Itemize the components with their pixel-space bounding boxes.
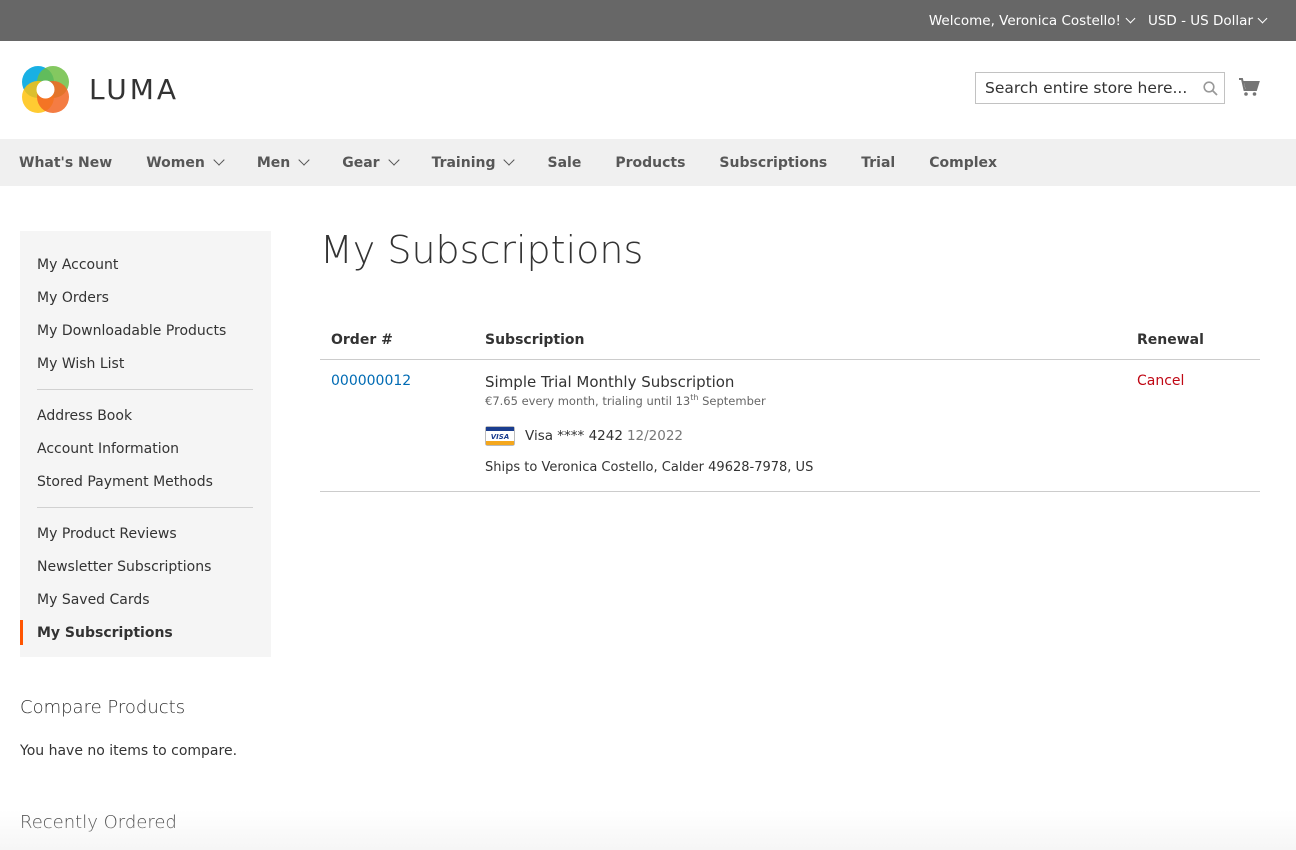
- sidebar-item-my-product-reviews[interactable]: My Product Reviews: [20, 517, 271, 550]
- visa-card-icon: VISA: [485, 425, 515, 446]
- card-expiry: 12/2022: [626, 427, 684, 444]
- page-title: My Subscriptions: [320, 228, 644, 272]
- subscription-terms: €7.65 every month, trialing until 13th S…: [485, 393, 766, 408]
- order-number-link[interactable]: 000000012: [331, 373, 411, 389]
- svg-text:VISA: VISA: [491, 433, 509, 441]
- nav-item-label: Trial: [861, 154, 896, 171]
- card-number: Visa **** 4242: [525, 427, 623, 444]
- nav-item-label: What's New: [19, 154, 113, 171]
- compare-empty-message: You have no items to compare.: [20, 743, 238, 759]
- nav-item-label: Complex: [929, 154, 998, 171]
- currency-text: USD - US Dollar: [1147, 12, 1253, 29]
- top-bar: Welcome, Veronica Costello! USD - US Dol…: [0, 0, 1296, 41]
- table-row: 000000012 Simple Trial Monthly Subscript…: [320, 359, 1260, 492]
- recently-ordered-title: Recently Ordered: [20, 812, 177, 833]
- logo-text: LUMA: [89, 73, 180, 106]
- account-sidebar: My Account My Orders My Downloadable Produ…: [20, 231, 271, 657]
- sidebar-item-my-saved-cards[interactable]: My Saved Cards: [20, 583, 271, 616]
- nav-item-label: Training: [431, 154, 496, 171]
- nav-item-sale[interactable]: Sale: [547, 155, 581, 171]
- nav-item-trial[interactable]: Trial: [861, 155, 895, 171]
- nav-item-label: Products: [615, 154, 686, 171]
- nav-item-subscriptions[interactable]: Subscriptions: [719, 155, 827, 171]
- bottom-fade: [0, 810, 1296, 850]
- nav-item-label: Gear: [342, 154, 380, 171]
- sidebar-item-my-subscriptions[interactable]: My Subscriptions: [20, 616, 271, 649]
- welcome-menu[interactable]: Welcome, Veronica Costello!: [928, 12, 1136, 29]
- search-input[interactable]: [985, 79, 1196, 97]
- nav-item-label: Men: [256, 154, 291, 171]
- search-box: [975, 72, 1225, 104]
- sidebar-item-my-wish-list[interactable]: My Wish List: [20, 347, 271, 380]
- sidebar-divider: [37, 389, 253, 390]
- luma-logo-icon: [22, 66, 69, 113]
- currency-switcher[interactable]: USD - US Dollar: [1147, 12, 1268, 29]
- nav-item-complex[interactable]: Complex: [929, 155, 997, 171]
- sidebar-item-address-book[interactable]: Address Book: [20, 399, 271, 432]
- nav-item-label: Sale: [547, 154, 582, 171]
- chevron-down-icon: [387, 154, 400, 166]
- nav-item-gear[interactable]: Gear: [342, 154, 400, 171]
- sidebar-divider: [37, 507, 253, 508]
- sidebar-item-stored-payment-methods[interactable]: Stored Payment Methods: [20, 465, 271, 498]
- search-icon[interactable]: [1196, 80, 1224, 96]
- cancel-subscription-link[interactable]: Cancel: [1137, 373, 1184, 389]
- sidebar-item-my-orders[interactable]: My Orders: [20, 281, 271, 314]
- chevron-down-icon: [1257, 13, 1268, 24]
- nav-item-men[interactable]: Men: [256, 154, 310, 171]
- chevron-down-icon: [1125, 13, 1136, 24]
- header: LUMA: [0, 41, 1296, 139]
- col-subscription: Subscription: [474, 325, 1126, 360]
- table-header-row: Order # Subscription Renewal: [320, 325, 1260, 360]
- payment-card: VISA Visa **** 4242 12/2022: [485, 425, 1116, 446]
- nav-item-label: Women: [146, 154, 205, 171]
- nav-item-what-s-new[interactable]: What's New: [19, 155, 112, 171]
- chevron-down-icon: [213, 154, 225, 166]
- chevron-down-icon: [503, 154, 516, 166]
- nav-item-training[interactable]: Training: [431, 154, 516, 171]
- sidebar-item-account-information[interactable]: Account Information: [20, 432, 271, 465]
- subscriptions-table: Order # Subscription Renewal 000000012 S…: [320, 325, 1260, 492]
- col-renewal: Renewal: [1126, 325, 1260, 360]
- nav-item-label: Subscriptions: [719, 154, 828, 171]
- shipping-info: Ships to Veronica Costello, Calder 49628…: [485, 459, 814, 475]
- col-order: Order #: [320, 325, 474, 360]
- sidebar-item-newsletter-subscriptions[interactable]: Newsletter Subscriptions: [20, 550, 271, 583]
- main-content: My Subscriptions Order # Subscription Re…: [320, 228, 1260, 492]
- sidebar-item-my-account[interactable]: My Account: [20, 248, 271, 281]
- nav-item-women[interactable]: Women: [146, 154, 225, 171]
- chevron-down-icon: [298, 154, 310, 166]
- welcome-text: Welcome, Veronica Costello!: [928, 12, 1121, 29]
- logo-link[interactable]: LUMA: [20, 64, 179, 115]
- cart-icon[interactable]: [1238, 76, 1260, 102]
- product-name: Simple Trial Monthly Subscription: [485, 373, 735, 391]
- sidebar-item-my-downloadable-products[interactable]: My Downloadable Products: [20, 314, 271, 347]
- nav-item-products[interactable]: Products: [615, 155, 685, 171]
- main-navigation: What's New Women Men Gear Training Sale Produc…: [0, 139, 1296, 186]
- compare-products-title: Compare Products: [20, 697, 186, 718]
